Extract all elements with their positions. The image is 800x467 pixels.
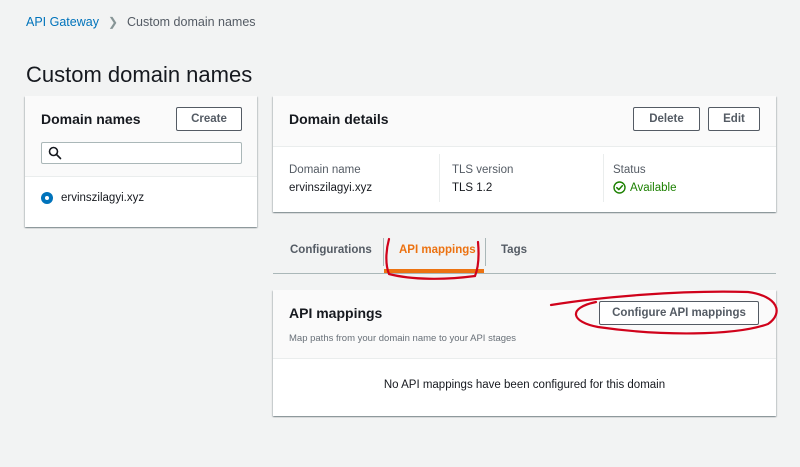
details-divider bbox=[439, 154, 440, 202]
domain-name-value: ervinszilagyi.xyz bbox=[289, 182, 373, 194]
status-label: Status bbox=[613, 164, 646, 176]
breadcrumb-api-gateway-link[interactable]: API Gateway bbox=[26, 15, 99, 29]
edit-button[interactable]: Edit bbox=[708, 107, 760, 131]
breadcrumb-current: Custom domain names bbox=[127, 15, 256, 29]
breadcrumb: API Gateway ❯ Custom domain names bbox=[26, 15, 256, 29]
page-title: Custom domain names bbox=[26, 62, 253, 87]
chevron-right-icon: ❯ bbox=[107, 15, 119, 29]
domain-radio[interactable] bbox=[41, 192, 53, 204]
domain-list-item-label: ervinszilagyi.xyz bbox=[61, 192, 145, 204]
tls-version-label: TLS version bbox=[452, 164, 514, 176]
tab-separator bbox=[485, 238, 486, 266]
tab-api-mappings[interactable]: API mappings bbox=[399, 244, 476, 256]
tab-configurations[interactable]: Configurations bbox=[290, 244, 372, 256]
details-divider bbox=[603, 154, 604, 202]
configure-api-mappings-button[interactable]: Configure API mappings bbox=[599, 301, 759, 325]
api-mappings-title: API mappings bbox=[289, 305, 383, 321]
tab-separator bbox=[383, 238, 384, 266]
delete-button[interactable]: Delete bbox=[633, 107, 700, 131]
api-mappings-description: Map paths from your domain name to your … bbox=[289, 333, 517, 344]
domain-details-panel: Domain details Delete Edit Domain name e… bbox=[273, 96, 776, 212]
domain-details-title: Domain details bbox=[289, 111, 389, 127]
domain-name-label: Domain name bbox=[289, 164, 361, 176]
create-button[interactable]: Create bbox=[176, 107, 242, 131]
tab-tags[interactable]: Tags bbox=[501, 244, 527, 256]
domain-list-item[interactable]: ervinszilagyi.xyz bbox=[41, 192, 144, 204]
api-mappings-panel: API mappings Configure API mappings Map … bbox=[273, 290, 776, 416]
tls-version-value: TLS 1.2 bbox=[452, 182, 493, 194]
domain-search-input[interactable] bbox=[41, 142, 242, 164]
check-circle-icon bbox=[613, 181, 626, 194]
status-value: Available bbox=[613, 181, 676, 194]
search-icon bbox=[48, 146, 62, 160]
status-text: Available bbox=[630, 181, 677, 194]
active-tab-indicator bbox=[384, 269, 484, 273]
empty-state-text: No API mappings have been configured for… bbox=[383, 379, 666, 391]
domain-names-panel: Domain names Create ervinszilagyi.xyz bbox=[25, 96, 257, 227]
domain-names-title: Domain names bbox=[41, 111, 141, 127]
